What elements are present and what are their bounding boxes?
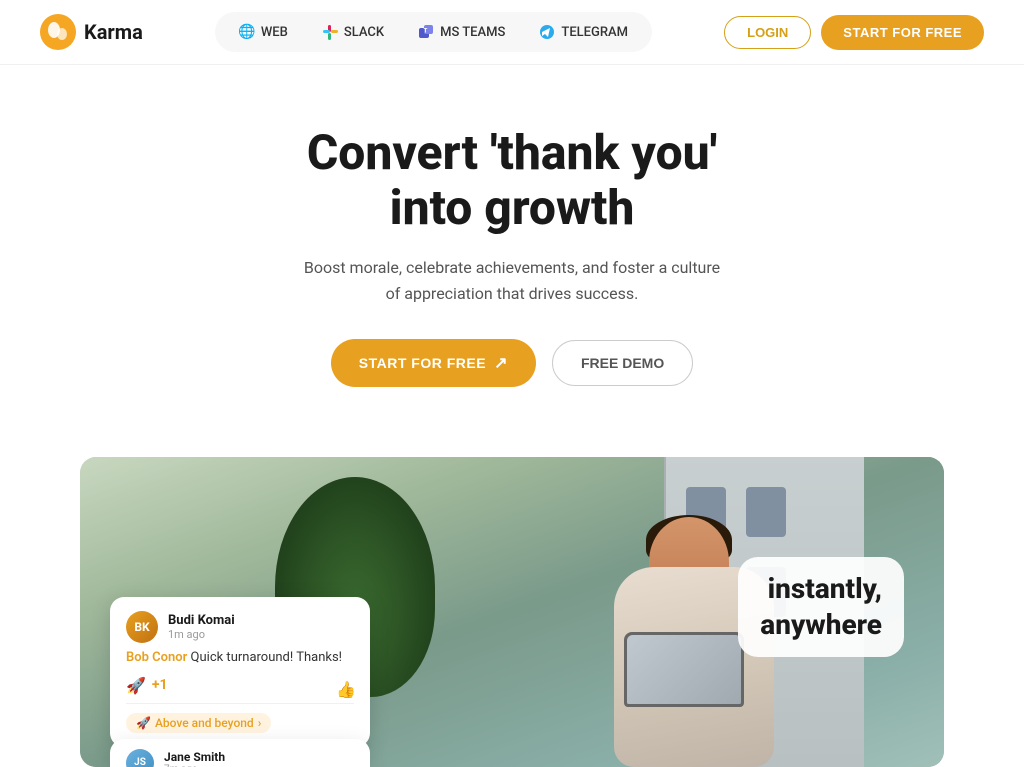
notification-card-1: BK Budi Komai 1m ago Bob Conor Quick tur… xyxy=(110,597,370,746)
notification-card-2: JS Jane Smith 7m ago Bob Conor New contr… xyxy=(110,739,370,767)
overlay-line2: anywhere xyxy=(760,607,882,643)
overlay-instantly-text: instantly, anywhere xyxy=(738,557,904,658)
avatar-initials-2: JS xyxy=(134,757,146,766)
badge-rocket-icon: 🚀 xyxy=(136,716,151,730)
nav-link-slack[interactable]: SLACK xyxy=(308,18,398,46)
globe-icon: 🌐 xyxy=(239,24,255,40)
notif-time-1: 1m ago xyxy=(168,628,235,641)
hero-cta-buttons: START FOR FREE ↗ FREE DEMO xyxy=(40,339,984,387)
logo-area[interactable]: Karma xyxy=(40,14,143,50)
notif-message-1: Bob Conor Quick turnaround! Thanks! xyxy=(126,649,354,667)
login-button[interactable]: LOGIN xyxy=(724,16,811,49)
hero-section: Convert 'thank you' into growth Boost mo… xyxy=(0,65,1024,457)
arrow-icon: ↗ xyxy=(494,353,508,373)
laptop-screen xyxy=(627,635,741,704)
slack-icon xyxy=(322,24,338,40)
karma-logo-icon xyxy=(40,14,76,50)
person-laptop xyxy=(624,632,744,707)
notif-divider xyxy=(126,703,354,704)
nav-link-telegram-label: TELEGRAM xyxy=(561,25,628,40)
nav-link-ms-teams-label: MS TEAMS xyxy=(440,25,505,40)
teams-icon: T xyxy=(418,24,434,40)
notif-time-2: 7m ago xyxy=(164,764,225,766)
avatar-budi: BK xyxy=(126,611,158,643)
nav-link-telegram[interactable]: TELEGRAM xyxy=(525,18,642,46)
hero-subtext: Boost morale, celebrate achievements, an… xyxy=(302,255,722,306)
notif-reaction-1: 🚀 +1 xyxy=(126,676,354,695)
start-for-free-label: START FOR FREE xyxy=(359,355,486,371)
avatar-jane: JS xyxy=(126,749,154,767)
hero-image: instantly, anywhere BK Budi Komai 1m ago… xyxy=(80,457,944,767)
nav-link-web[interactable]: 🌐 WEB xyxy=(225,18,302,46)
svg-text:T: T xyxy=(424,28,428,35)
hero-heading-line1: Convert 'thank you' xyxy=(307,124,717,181)
notif-header-1: BK Budi Komai 1m ago xyxy=(126,611,354,643)
notif-name-2: Jane Smith xyxy=(164,750,225,764)
free-demo-button[interactable]: FREE DEMO xyxy=(552,340,693,386)
navbar: Karma 🌐 WEB SLACK T xyxy=(0,0,1024,65)
nav-link-slack-label: SLACK xyxy=(344,25,384,40)
nav-link-web-label: WEB xyxy=(261,25,288,40)
badge-above-beyond[interactable]: 🚀 Above and beyond › xyxy=(126,713,271,733)
nav-link-ms-teams[interactable]: T MS TEAMS xyxy=(404,18,519,46)
notif-header-2: JS Jane Smith 7m ago xyxy=(126,749,354,767)
nav-actions: LOGIN START FOR FREE xyxy=(724,15,984,50)
rocket-emoji: 🚀 xyxy=(126,676,146,695)
hero-heading: Convert 'thank you' into growth xyxy=(40,125,984,235)
plus-one-badge: +1 xyxy=(152,677,168,693)
start-for-free-hero-button[interactable]: START FOR FREE ↗ xyxy=(331,339,536,387)
avatar-initials-1: BK xyxy=(134,620,149,634)
brand-name: Karma xyxy=(84,20,143,44)
notif-mention-1: Bob Conor xyxy=(126,650,187,665)
chevron-down-icon: › xyxy=(258,716,262,730)
overlay-line1: instantly, xyxy=(760,571,882,607)
telegram-icon xyxy=(539,24,555,40)
notif-name-1: Budi Komai xyxy=(168,613,235,628)
hero-heading-line2: into growth xyxy=(390,179,635,236)
notif-message-text-1: Quick turnaround! Thanks! xyxy=(191,650,342,665)
nav-platform-links: 🌐 WEB SLACK T MS TEAM xyxy=(215,12,652,52)
start-for-free-nav-button[interactable]: START FOR FREE xyxy=(821,15,984,50)
like-icon: 👍 xyxy=(336,680,356,699)
badge-label: Above and beyond xyxy=(155,716,254,730)
